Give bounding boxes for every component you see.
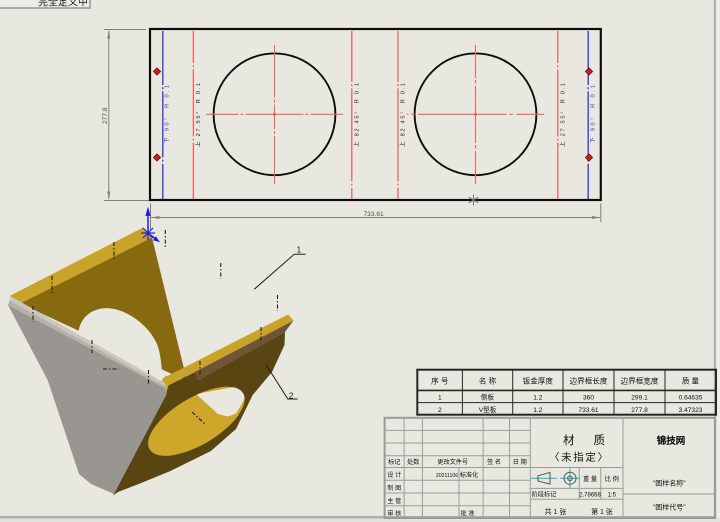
svg-text:标准化: 标准化 (460, 471, 479, 479)
svg-text:边界框宽度: 边界框宽度 (621, 376, 659, 386)
svg-text:277.8: 277.8 (631, 407, 648, 414)
svg-text:共 1 张: 共 1 张 (545, 507, 567, 516)
svg-text:3.47323: 3.47323 (679, 407, 703, 414)
svg-text:制 图: 制 图 (387, 484, 401, 492)
svg-text:“图样代号”: “图样代号” (653, 503, 686, 512)
svg-text:锦技网: 锦技网 (657, 435, 686, 447)
svg-text:〈未指定〉: 〈未指定〉 (549, 451, 608, 464)
svg-text:更改文件号: 更改文件号 (437, 458, 468, 466)
svg-text:边界框长度: 边界框长度 (570, 376, 608, 386)
svg-text:第 1 张: 第 1 张 (591, 507, 613, 516)
svg-text:序 号: 序 号 (431, 376, 449, 386)
svg-text:材 质: 材 质 (563, 433, 605, 447)
svg-text:299.1: 299.1 (631, 395, 648, 402)
svg-text:20211106: 20211106 (436, 473, 458, 479)
svg-text:0.64635: 0.64635 (679, 395, 703, 402)
svg-text:360: 360 (583, 395, 594, 402)
svg-text:2.78668: 2.78668 (579, 493, 601, 499)
svg-text:2: 2 (289, 390, 294, 400)
svg-text:阶段标记: 阶段标记 (532, 491, 557, 499)
svg-text:733.61: 733.61 (364, 211, 385, 218)
svg-text:1: 1 (297, 244, 302, 254)
svg-text:733.61: 733.61 (578, 407, 599, 414)
svg-text:标记: 标记 (388, 458, 400, 466)
svg-text:日 期: 日 期 (513, 458, 527, 466)
svg-text:钣金厚度: 钣金厚度 (523, 376, 554, 386)
svg-text:2: 2 (438, 407, 442, 414)
svg-text:277.8: 277.8 (102, 107, 109, 124)
svg-text:重 量: 重 量 (583, 475, 597, 483)
svg-text:主 管: 主 管 (387, 497, 401, 505)
svg-text:1:5: 1:5 (608, 493, 617, 499)
svg-text:质 量: 质 量 (682, 376, 700, 386)
svg-text:1.2: 1.2 (533, 407, 542, 414)
svg-text:侧板: 侧板 (481, 393, 495, 402)
svg-text:名 称: 名 称 (479, 376, 497, 386)
svg-text:1.2: 1.2 (533, 395, 542, 402)
svg-text:签 名: 签 名 (487, 458, 501, 466)
svg-text:“图样名称”: “图样名称” (653, 479, 686, 488)
svg-text:V型板: V型板 (479, 405, 497, 414)
svg-text:审 核: 审 核 (387, 510, 401, 518)
svg-text:处数: 处数 (407, 458, 420, 466)
svg-text:1: 1 (438, 395, 442, 402)
svg-text:批 准: 批 准 (460, 510, 474, 518)
svg-text:比 例: 比 例 (605, 475, 619, 483)
svg-text:设 计: 设 计 (387, 471, 401, 479)
